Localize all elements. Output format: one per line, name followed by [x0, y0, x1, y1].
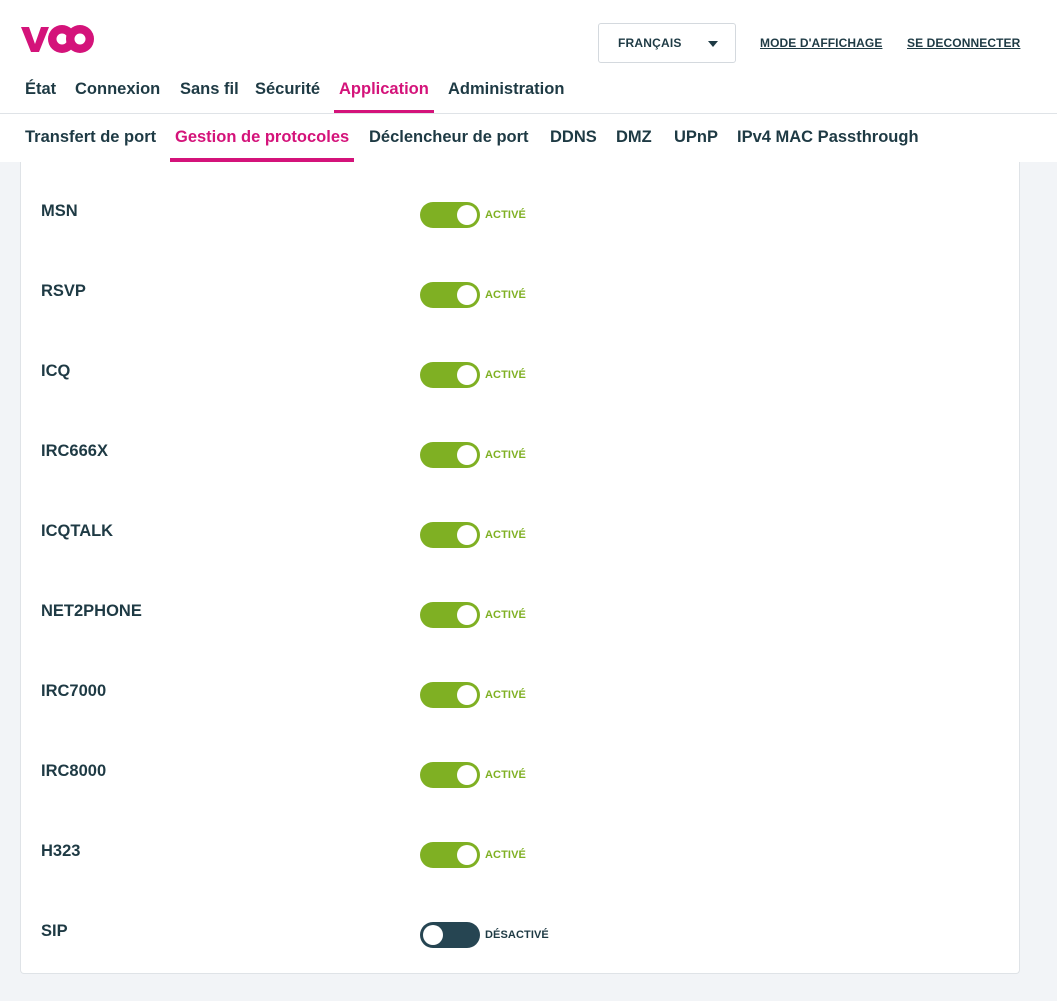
protocol-state-label: ACTIVÉ [485, 209, 526, 221]
sub-nav-item-dmz[interactable]: DMZ [611, 114, 657, 162]
toggle-knob [457, 605, 477, 625]
sub-nav-item-ipv4-mac-passthrough[interactable]: IPv4 MAC Passthrough [732, 114, 924, 162]
protocol-name: SIP [41, 922, 68, 940]
sub-nav-item-transfert-de-port[interactable]: Transfert de port [20, 114, 161, 162]
toggle-knob [423, 925, 443, 945]
protocol-row-msn: MSN ACTIVÉ [21, 172, 1019, 252]
logout-link[interactable]: SE DECONNECTER [907, 36, 1020, 50]
protocol-row-irc666x: IRC666X ACTIVÉ [21, 412, 1019, 492]
protocol-row-icqtalk: ICQTALK ACTIVÉ [21, 492, 1019, 572]
protocol-state-label: DÉSACTIVÉ [485, 929, 549, 941]
protocol-state-label: ACTIVÉ [485, 849, 526, 861]
main-nav-item-administration[interactable]: Administration [443, 70, 569, 114]
sub-nav-item-gestion-de-protocoles[interactable]: Gestion de protocoles [170, 114, 354, 162]
protocol-state-label: ACTIVÉ [485, 689, 526, 701]
display-mode-link[interactable]: MODE D'AFFICHAGE [760, 36, 882, 50]
main-nav-item-securite[interactable]: Sécurité [250, 70, 325, 114]
protocol-state-label: ACTIVÉ [485, 609, 526, 621]
protocol-row-irc7000: IRC7000 ACTIVÉ [21, 652, 1019, 732]
protocol-name: IRC666X [41, 442, 108, 460]
sub-nav-item-ddns[interactable]: DDNS [545, 114, 602, 162]
protocol-toggle[interactable] [420, 202, 480, 228]
protocol-name: MSN [41, 202, 78, 220]
header: FRANÇAIS MODE D'AFFICHAGE SE DECONNECTER… [0, 0, 1057, 162]
protocol-state-label: ACTIVÉ [485, 289, 526, 301]
toggle-knob [457, 285, 477, 305]
protocol-name: ICQTALK [41, 522, 114, 540]
protocol-toggle[interactable] [420, 922, 480, 948]
chevron-down-icon [708, 41, 718, 47]
protocol-name: IRC7000 [41, 682, 107, 700]
main-nav: État Connexion Sans fil Sécurité Applica… [0, 70, 1057, 114]
protocol-row-h323: H323 ACTIVÉ [21, 812, 1019, 892]
protocol-state-label: ACTIVÉ [485, 769, 526, 781]
sub-nav-item-upnp[interactable]: UPnP [669, 114, 723, 162]
protocol-toggle[interactable] [420, 442, 480, 468]
protocol-name: H323 [41, 842, 81, 860]
protocol-row-icq: ICQ ACTIVÉ [21, 332, 1019, 412]
protocol-toggle[interactable] [420, 602, 480, 628]
protocol-state-label: ACTIVÉ [485, 369, 526, 381]
protocol-name: RSVP [41, 282, 86, 300]
main-nav-item-sans-fil[interactable]: Sans fil [175, 70, 244, 114]
protocol-name: NET2PHONE [41, 602, 142, 620]
main-nav-item-connexion[interactable]: Connexion [70, 70, 165, 114]
toggle-knob [457, 365, 477, 385]
protocol-row-net2phone: NET2PHONE ACTIVÉ [21, 572, 1019, 652]
protocol-list-panel: MSN ACTIVÉ RSVP ACTIVÉ ICQ ACTIVÉ IRC666… [20, 162, 1020, 974]
toggle-knob [457, 765, 477, 785]
toggle-knob [457, 205, 477, 225]
main-nav-item-application[interactable]: Application [334, 70, 434, 114]
main-nav-item-etat[interactable]: État [20, 70, 61, 114]
sub-nav-item-declencheur-de-port[interactable]: Déclencheur de port [364, 114, 534, 162]
protocol-state-label: ACTIVÉ [485, 529, 526, 541]
protocol-toggle[interactable] [420, 282, 480, 308]
protocol-name: ICQ [41, 362, 71, 380]
protocol-toggle[interactable] [420, 762, 480, 788]
toggle-knob [457, 525, 477, 545]
toggle-knob [457, 685, 477, 705]
toggle-knob [457, 445, 477, 465]
language-select-value: FRANÇAIS [618, 36, 682, 50]
protocol-row-irc8000: IRC8000 ACTIVÉ [21, 732, 1019, 812]
toggle-knob [457, 845, 477, 865]
voo-logo[interactable] [20, 24, 94, 54]
protocol-state-label: ACTIVÉ [485, 449, 526, 461]
protocol-row-rsvp: RSVP ACTIVÉ [21, 252, 1019, 332]
protocol-toggle[interactable] [420, 842, 480, 868]
protocol-row-sip: SIP DÉSACTIVÉ [21, 892, 1019, 972]
language-select[interactable]: FRANÇAIS [598, 23, 736, 63]
protocol-toggle[interactable] [420, 682, 480, 708]
sub-nav: Transfert de port Gestion de protocoles … [0, 114, 1057, 162]
protocol-name: IRC8000 [41, 762, 107, 780]
protocol-toggle[interactable] [420, 522, 480, 548]
protocol-toggle[interactable] [420, 362, 480, 388]
